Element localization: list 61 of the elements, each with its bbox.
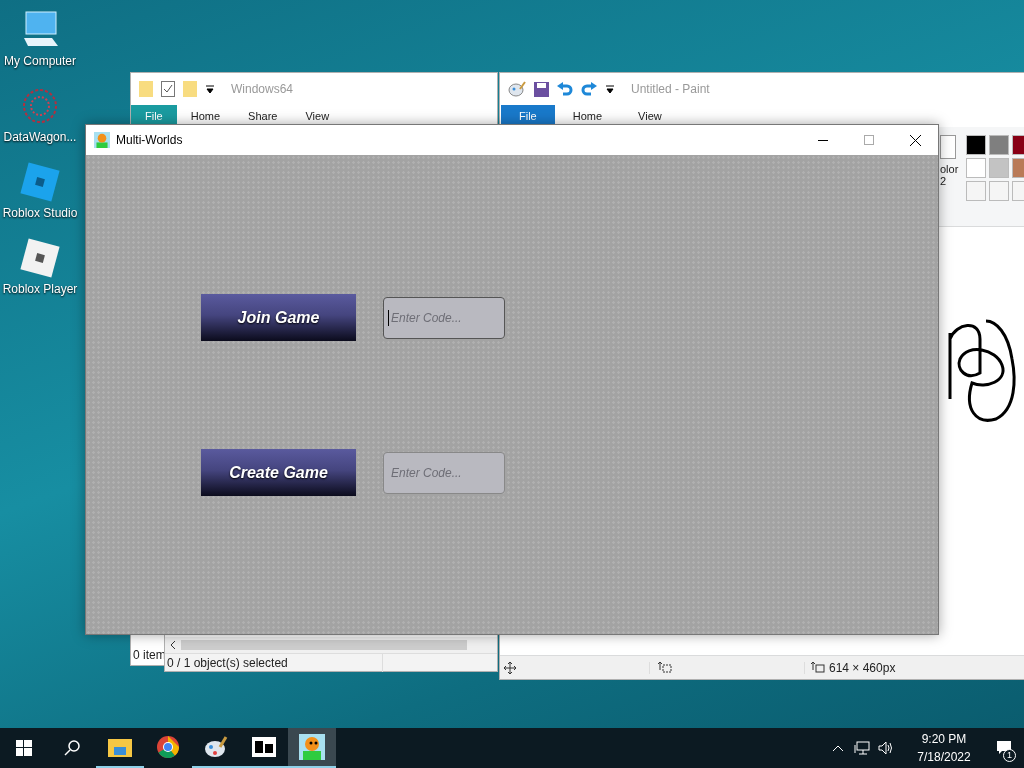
text-cursor [388, 309, 389, 326]
save-icon[interactable] [534, 81, 549, 97]
notification-badge: 1 [1003, 749, 1016, 762]
dropdown-caret-icon[interactable] [205, 84, 215, 94]
palette-icon [204, 735, 228, 759]
clock-time[interactable]: 9:20 PM [921, 730, 967, 748]
color-number: 2 [940, 175, 947, 187]
scrollbar-thumb[interactable] [181, 640, 467, 650]
code-input-field[interactable]: Enter Code... [383, 451, 505, 494]
palette-swatch[interactable] [989, 181, 1009, 201]
redo-icon[interactable] [581, 81, 597, 97]
palette-swatch[interactable] [966, 158, 986, 178]
ribbon-tab[interactable]: Share [234, 105, 292, 127]
color-swatch-large[interactable] [940, 135, 956, 159]
taskbar-app-button[interactable] [288, 728, 336, 768]
chevron-up-icon[interactable] [832, 744, 844, 752]
maximize-icon [864, 135, 874, 145]
undo-icon[interactable] [557, 81, 573, 97]
ribbon-tab[interactable]: View [620, 105, 680, 127]
minimize-icon [818, 139, 828, 141]
volume-icon[interactable] [878, 741, 894, 755]
browser-icon [156, 735, 180, 759]
canvas-size-text: 614 × 460px [829, 659, 896, 677]
ribbon-tab[interactable]: View [291, 105, 344, 127]
move-cursor-icon [504, 661, 516, 674]
window-title: Windows64 [231, 81, 294, 98]
code-input-field[interactable]: Enter Code... [383, 296, 505, 339]
archive-icon [252, 737, 276, 757]
game-character-icon [299, 734, 325, 760]
canvas-size-icon [811, 661, 825, 674]
folder-icon [108, 737, 132, 757]
ribbon-tab[interactable]: File [501, 105, 555, 127]
network-icon[interactable] [854, 741, 870, 755]
palette-swatch[interactable] [966, 135, 986, 155]
palette-swatch[interactable] [989, 135, 1009, 155]
clock-date[interactable]: 7/18/2022 [917, 748, 971, 766]
desktop-icon-label[interactable]: My Computer [4, 52, 76, 70]
color-label: olor [940, 163, 959, 175]
status-text: 0 / 1 object(s) selected [165, 653, 383, 672]
game-button[interactable]: Join Game [201, 294, 356, 341]
desktop-icon-label[interactable]: Roblox Player [2, 280, 78, 298]
desktop-icon-label[interactable]: Roblox Studio [2, 204, 78, 222]
game-button[interactable]: Create Game [201, 449, 356, 496]
horizontal-scrollbar[interactable] [165, 637, 497, 653]
ribbon-tab[interactable]: Home [554, 105, 621, 127]
window-title: Untitled - Paint [631, 81, 710, 98]
selection-size-icon [658, 661, 672, 674]
properties-icon[interactable] [161, 81, 175, 97]
close-icon [909, 134, 921, 146]
window-title: Multi-Worlds [116, 132, 183, 149]
ribbon-tab[interactable]: Home [176, 105, 235, 127]
windows-logo-icon [16, 740, 32, 756]
palette-swatch[interactable] [966, 181, 986, 201]
search-icon [64, 740, 80, 756]
game-character-icon [94, 132, 110, 148]
notification-button[interactable]: 1 [984, 728, 1024, 768]
palette-swatch[interactable] [989, 158, 1009, 178]
dropdown-caret-icon[interactable] [605, 84, 615, 94]
message-icon [996, 740, 1012, 756]
palette-icon[interactable] [508, 81, 526, 97]
desktop-icon-label[interactable]: DataWagon... [3, 128, 77, 146]
